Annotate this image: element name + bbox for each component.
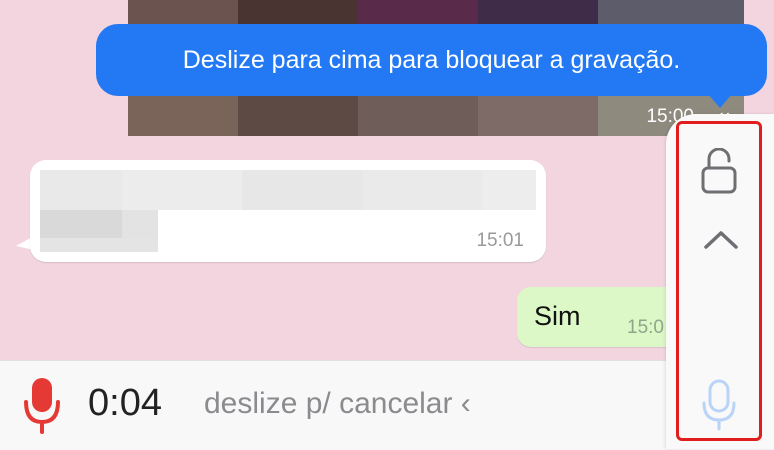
outgoing-message-text: Sim (534, 301, 581, 331)
microphone-icon (22, 376, 62, 439)
recording-timer: 0:04 (88, 382, 162, 424)
lock-recording-tooltip: Deslize para cima para bloquear a gravaç… (96, 24, 767, 96)
tooltip-pointer (708, 94, 732, 108)
tooltip-text: Deslize para cima para bloquear a gravaç… (182, 45, 681, 74)
annotation-highlight-box (676, 121, 762, 441)
outgoing-message-time: 15:0 (627, 317, 664, 338)
recording-bar: 0:04 deslize p/ cancelar ‹ (0, 360, 774, 450)
incoming-message-time: 15:01 (476, 230, 524, 251)
incoming-message-bubble[interactable]: 15:01 (30, 160, 546, 262)
slide-to-cancel-hint[interactable]: deslize p/ cancelar ‹ (204, 387, 471, 421)
